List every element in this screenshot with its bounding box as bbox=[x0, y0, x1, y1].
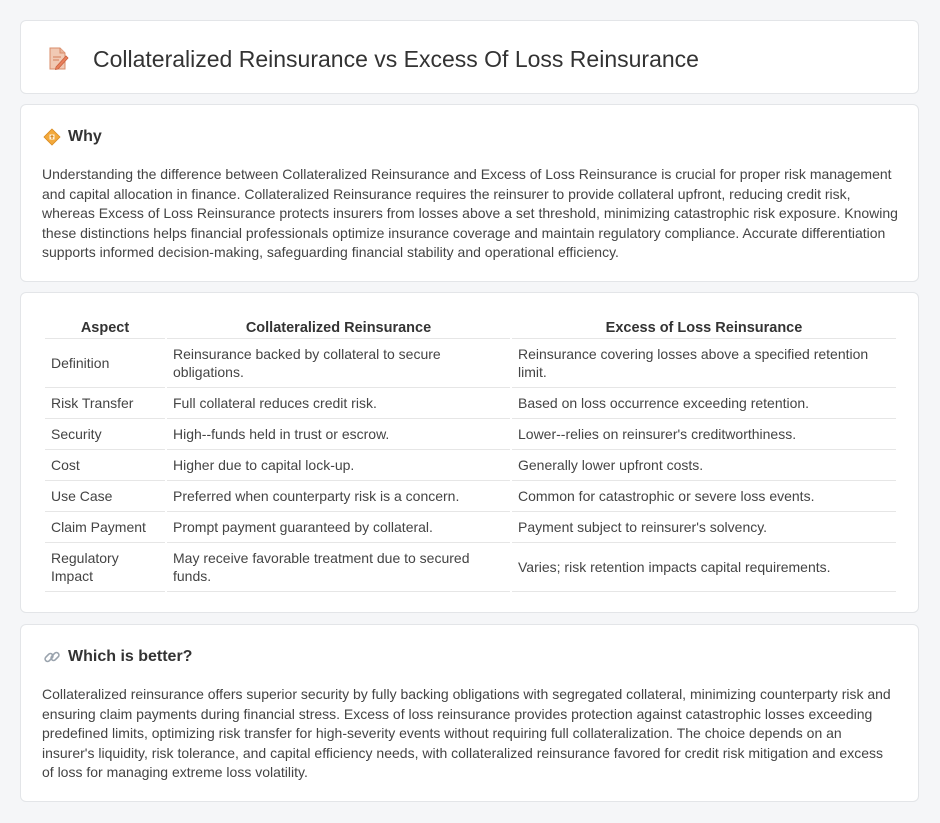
better-title: Which is better? bbox=[68, 648, 193, 665]
row-excess-of-loss: Common for catastrophic or severe loss e… bbox=[512, 481, 896, 512]
table-header-row: Aspect Collateralized Reinsurance Excess… bbox=[45, 317, 896, 339]
row-collateralized: May receive favorable treatment due to s… bbox=[167, 543, 510, 592]
row-collateralized: Higher due to capital lock-up. bbox=[167, 450, 510, 481]
table-row: Use Case Preferred when counterparty ris… bbox=[45, 481, 896, 512]
table-row: Claim Payment Prompt payment guaranteed … bbox=[45, 512, 896, 543]
row-aspect: Security bbox=[45, 419, 165, 450]
row-collateralized: Reinsurance backed by collateral to secu… bbox=[167, 339, 510, 388]
row-collateralized: Preferred when counterparty risk is a co… bbox=[167, 481, 510, 512]
row-excess-of-loss: Generally lower upfront costs. bbox=[512, 450, 896, 481]
header-collateralized: Collateralized Reinsurance bbox=[167, 317, 510, 339]
row-aspect: Claim Payment bbox=[45, 512, 165, 543]
comparison-section: Aspect Collateralized Reinsurance Excess… bbox=[20, 292, 919, 613]
row-collateralized: Prompt payment guaranteed by collateral. bbox=[167, 512, 510, 543]
better-heading: Which is better? bbox=[43, 647, 192, 667]
row-excess-of-loss: Varies; risk retention impacts capital r… bbox=[512, 543, 896, 592]
title-card: Collateralized Reinsurance vs Excess Of … bbox=[20, 20, 919, 94]
why-text: Understanding the difference between Col… bbox=[42, 166, 898, 260]
table-row: Risk Transfer Full collateral reduces cr… bbox=[45, 388, 896, 419]
row-collateralized: High--funds held in trust or escrow. bbox=[167, 419, 510, 450]
header-aspect: Aspect bbox=[45, 317, 165, 339]
row-collateralized: Full collateral reduces credit risk. bbox=[167, 388, 510, 419]
page-title: Collateralized Reinsurance vs Excess Of … bbox=[93, 46, 699, 72]
row-excess-of-loss: Lower--relies on reinsurer's creditworth… bbox=[512, 419, 896, 450]
table-row: Definition Reinsurance backed by collate… bbox=[45, 339, 896, 388]
row-aspect: Definition bbox=[45, 339, 165, 388]
why-heading: Why bbox=[43, 127, 102, 147]
row-aspect: Cost bbox=[45, 450, 165, 481]
better-text: Collateralized reinsurance offers superi… bbox=[42, 686, 891, 780]
comparison-table: Aspect Collateralized Reinsurance Excess… bbox=[43, 317, 898, 592]
why-title: Why bbox=[68, 128, 102, 145]
row-aspect: Risk Transfer bbox=[45, 388, 165, 419]
why-section: Why Understanding the difference between… bbox=[20, 104, 919, 282]
link-icon bbox=[43, 648, 61, 666]
table-row: Regulatory Impact May receive favorable … bbox=[45, 543, 896, 592]
table-row: Security High--funds held in trust or es… bbox=[45, 419, 896, 450]
row-aspect: Regulatory Impact bbox=[45, 543, 165, 592]
which-better-section: Which is better? Collateralized reinsura… bbox=[20, 624, 919, 802]
header-excess-of-loss: Excess of Loss Reinsurance bbox=[512, 317, 896, 339]
row-excess-of-loss: Based on loss occurrence exceeding reten… bbox=[512, 388, 896, 419]
document-pen-icon bbox=[47, 47, 69, 71]
diamond-warning-icon bbox=[43, 128, 61, 146]
row-aspect: Use Case bbox=[45, 481, 165, 512]
row-excess-of-loss: Payment subject to reinsurer's solvency. bbox=[512, 512, 896, 543]
row-excess-of-loss: Reinsurance covering losses above a spec… bbox=[512, 339, 896, 388]
table-row: Cost Higher due to capital lock-up. Gene… bbox=[45, 450, 896, 481]
